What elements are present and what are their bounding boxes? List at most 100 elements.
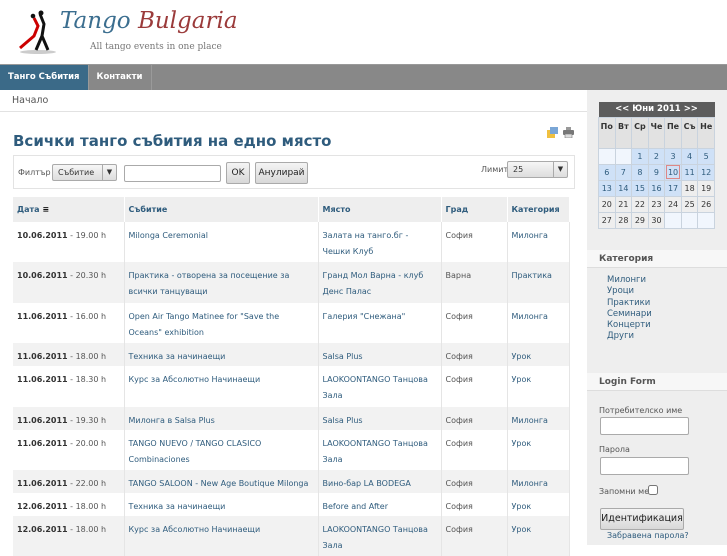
calendar-day[interactable]: 16 (647, 179, 666, 197)
place-link[interactable]: Галерия "Снежана" (318, 303, 442, 343)
calendar-day-name: Вт (614, 116, 633, 149)
calendar: << Юни 2011 >> По Вт Ср Че Пе Съ Не 1234567891… (598, 102, 715, 229)
event-city: София (441, 303, 508, 343)
calendar-day: 26 (697, 195, 715, 213)
event-link[interactable]: Курс за Абсолютно Начинаещи (124, 516, 319, 556)
calendar-day[interactable]: 17 (664, 179, 682, 197)
calendar-day[interactable]: 8 (631, 163, 649, 181)
category-item[interactable]: Концерти (607, 320, 652, 331)
breadcrumb-home[interactable]: Начало (12, 95, 48, 106)
calendar-day: 22 (631, 195, 649, 213)
calendar-day (664, 211, 682, 229)
calendar-day[interactable]: 4 (680, 147, 699, 165)
print-icon[interactable] (562, 127, 574, 138)
limit-select[interactable]: 25 ▼ (507, 161, 568, 178)
col-header-event[interactable]: Събитие (124, 197, 319, 222)
filter-field-select[interactable]: Събитие ▼ (52, 164, 117, 181)
calendar-day[interactable]: 7 (614, 163, 633, 181)
col-header-date[interactable]: Дата ≡ (13, 197, 125, 222)
place-link[interactable]: Salsa Plus (318, 407, 442, 430)
calendar-day[interactable]: 12 (697, 163, 715, 181)
col-header-category[interactable]: Категория (507, 197, 570, 222)
place-link[interactable]: Залата на танго.бг - Чешки Клуб (318, 222, 442, 262)
event-link[interactable]: TANGO SALOON - New Age Boutique Milonga (124, 470, 319, 493)
event-link[interactable]: Практика - отворена за посещение за всич… (124, 262, 319, 303)
event-city: София (441, 430, 508, 470)
event-link[interactable]: Техника за начинаещи (124, 493, 319, 516)
category-item[interactable]: Други (607, 331, 652, 342)
calendar-day: 20 (598, 195, 616, 213)
category-link[interactable]: Милонга (507, 407, 570, 430)
events-table: Дата ≡ Събитие Място Град Категория 10.0… (13, 197, 570, 556)
site-title[interactable]: Tango Bulgaria (60, 8, 238, 34)
event-link[interactable]: TANGO NUEVO / TANGO CLASICO Combinacione… (124, 430, 319, 470)
table-row: 10.06.2011 - 19.00 h Milonga Ceremonial … (13, 222, 570, 262)
event-link[interactable]: Milonga Ceremonial (124, 222, 319, 262)
place-link[interactable]: Гранд Мол Варна - клуб Денс Палас (318, 262, 442, 303)
ok-button[interactable]: OK (226, 162, 250, 184)
calendar-day (680, 211, 699, 229)
calendar-month: Юни 2011 (632, 104, 681, 115)
calendar-day[interactable]: 13 (598, 179, 616, 197)
category-item[interactable]: Милонги (607, 275, 652, 286)
category-link[interactable]: Милонга (507, 303, 570, 343)
filter-search-input[interactable] (124, 165, 221, 182)
category-link[interactable]: Урок (507, 366, 570, 407)
place-link[interactable]: Вино-бар LA BODEGA (318, 470, 442, 493)
calendar-next[interactable]: >> (684, 104, 698, 114)
password-input[interactable] (600, 457, 689, 475)
calendar-day[interactable]: 5 (697, 147, 715, 165)
calendar-day[interactable]: 6 (598, 163, 616, 181)
event-link[interactable]: Open Air Tango Matinee for "Save the Oce… (124, 303, 319, 343)
event-date: 11.06.2011 - 22.00 h (13, 470, 125, 493)
calendar-day[interactable]: 15 (631, 179, 649, 197)
calendar-day[interactable]: 11 (680, 163, 699, 181)
forgot-password-link[interactable]: Забравена парола? (607, 531, 689, 540)
category-link[interactable]: Урок (507, 430, 570, 470)
calendar-day[interactable]: 2 (647, 147, 666, 165)
col-header-place[interactable]: Място (318, 197, 442, 222)
calendar-prev[interactable]: << (615, 104, 629, 114)
place-link[interactable]: Before and After (318, 493, 442, 516)
page-title: Всички танго събития на едно място (13, 132, 332, 150)
category-link[interactable]: Милонга (507, 470, 570, 493)
calendar-day: 27 (598, 211, 616, 229)
nav-contacts[interactable]: Контакти (89, 65, 152, 90)
place-link[interactable]: LAOKOONTANGO Танцова Зала (318, 516, 442, 556)
category-link[interactable]: Практика (507, 262, 570, 303)
category-link[interactable]: Урок (507, 516, 570, 556)
category-link[interactable]: Урок (507, 493, 570, 516)
calendar-day[interactable]: 1 (631, 147, 649, 165)
calendar-day[interactable]: 9 (647, 163, 666, 181)
username-label: Потребителско име (599, 406, 683, 415)
event-date: 11.06.2011 - 18.30 h (13, 366, 125, 407)
category-item[interactable]: Практики (607, 298, 652, 309)
table-row: 11.06.2011 - 18.00 h Техника за начинаещ… (13, 343, 570, 366)
reset-button[interactable]: Анулирай (255, 162, 308, 184)
event-date: 10.06.2011 - 19.00 h (13, 222, 125, 262)
calendar-day-name: Пе (664, 116, 682, 149)
event-date: 12.06.2011 - 18.00 h (13, 516, 125, 556)
event-link[interactable]: Курс за Абсолютно Начинаещи (124, 366, 319, 407)
event-link[interactable]: Милонга в Salsa Plus (124, 407, 319, 430)
remember-checkbox[interactable] (648, 485, 658, 495)
category-link[interactable]: Милонга (507, 222, 570, 262)
login-button[interactable]: Идентификация (600, 508, 684, 530)
calendar-day[interactable]: 14 (614, 179, 633, 197)
username-input[interactable] (600, 417, 689, 435)
category-item[interactable]: Семинари (607, 309, 652, 320)
nav-tango-events[interactable]: Танго Събития (0, 65, 89, 90)
export-icon[interactable] (547, 127, 558, 138)
calendar-day[interactable]: 3 (664, 147, 682, 165)
col-header-city[interactable]: Град (441, 197, 508, 222)
table-row: 11.06.2011 - 20.00 h TANGO NUEVO / TANGO… (13, 430, 570, 470)
event-city: София (441, 222, 508, 262)
place-link[interactable]: LAOKOONTANGO Танцова Зала (318, 366, 442, 407)
category-link[interactable]: Урок (507, 343, 570, 366)
place-link[interactable]: Salsa Plus (318, 343, 442, 366)
category-item[interactable]: Уроци (607, 286, 652, 297)
event-link[interactable]: Техника за начинаещи (124, 343, 319, 366)
place-link[interactable]: LAOKOONTANGO Танцова Зала (318, 430, 442, 470)
calendar-header: << Юни 2011 >> (598, 102, 715, 117)
calendar-day[interactable]: 10 (664, 163, 682, 181)
